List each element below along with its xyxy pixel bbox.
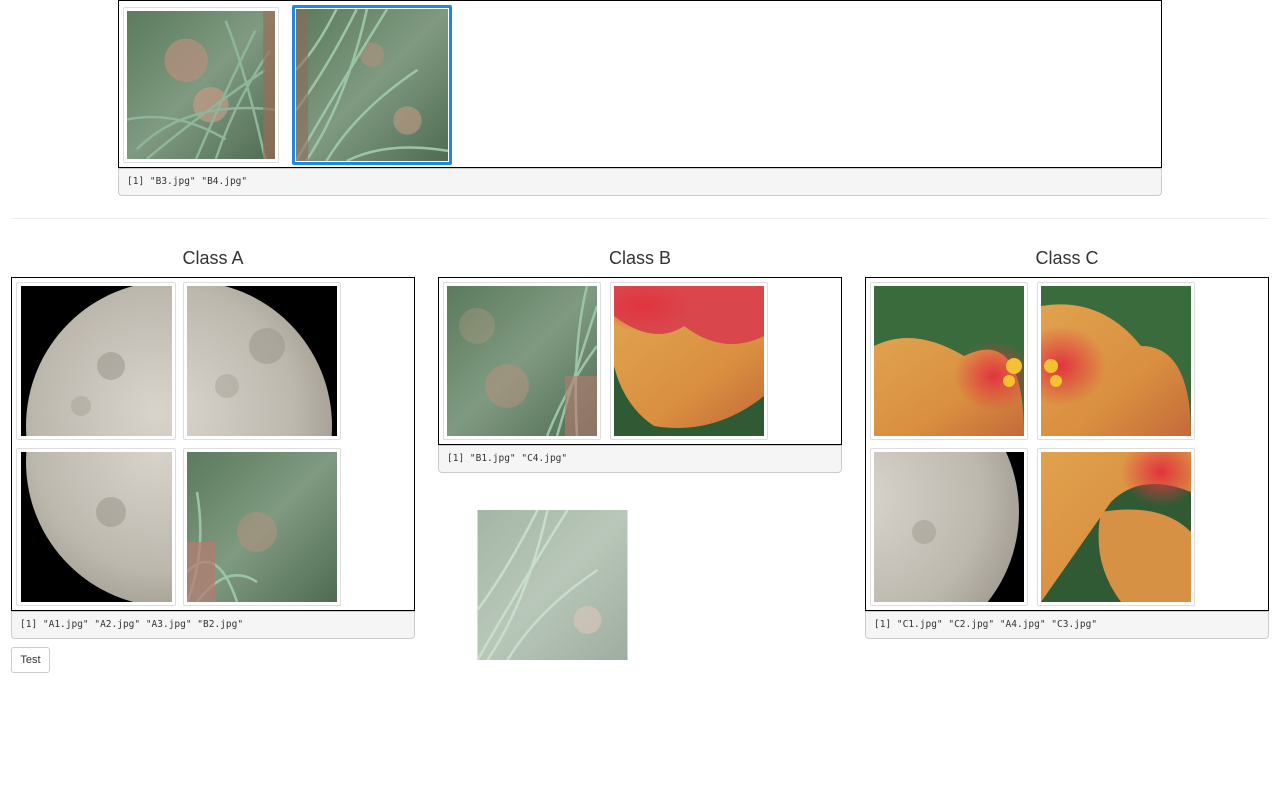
source-drop-zone[interactable]	[118, 0, 1162, 168]
hibiscus-image	[1041, 286, 1191, 436]
moon-image	[874, 452, 1024, 602]
class-b-output: [1] "B1.jpg" "C4.jpg"	[438, 445, 842, 473]
image-thumb-A4[interactable]	[870, 448, 1028, 606]
class-a-output: [1] "A1.jpg" "A2.jpg" "A3.jpg" "B2.jpg"	[11, 611, 415, 639]
moon-image	[21, 286, 172, 436]
class-c-drop-zone[interactable]	[865, 277, 1269, 611]
image-thumb-A1[interactable]	[16, 282, 176, 440]
class-a-drop-zone[interactable]	[11, 277, 415, 611]
moon-image	[187, 286, 337, 436]
dragging-image-ghost	[477, 510, 628, 660]
hibiscus-image	[1041, 452, 1191, 602]
hibiscus-image	[874, 286, 1024, 436]
image-thumb-B3[interactable]	[123, 7, 279, 163]
pine-image	[447, 286, 597, 436]
divider	[11, 218, 1269, 219]
pine-image	[187, 452, 337, 602]
pine-image	[296, 9, 448, 161]
image-thumb-B2[interactable]	[183, 448, 341, 606]
image-thumb-A3[interactable]	[16, 448, 176, 606]
class-c-title: Class C	[1035, 248, 1099, 268]
image-thumb-C2[interactable]	[1037, 282, 1195, 440]
hibiscus-image	[614, 286, 764, 436]
class-a-title: Class A	[182, 248, 244, 268]
image-thumb-B1[interactable]	[443, 282, 601, 440]
class-b-drop-zone[interactable]	[438, 277, 842, 445]
moon-image	[21, 452, 172, 602]
image-thumb-C4[interactable]	[610, 282, 768, 440]
class-b-title: Class B	[608, 248, 671, 268]
image-thumb-A2[interactable]	[183, 282, 341, 440]
pine-image	[127, 11, 275, 159]
source-output: [1] "B3.jpg" "B4.jpg"	[118, 168, 1162, 196]
image-thumb-C1[interactable]	[870, 282, 1028, 440]
image-thumb-C3[interactable]	[1037, 448, 1195, 606]
pine-image	[477, 510, 628, 660]
test-button[interactable]: Test	[11, 647, 50, 673]
class-c-output: [1] "C1.jpg" "C2.jpg" "A4.jpg" "C3.jpg"	[865, 611, 1269, 639]
image-thumb-B4[interactable]	[292, 5, 452, 165]
